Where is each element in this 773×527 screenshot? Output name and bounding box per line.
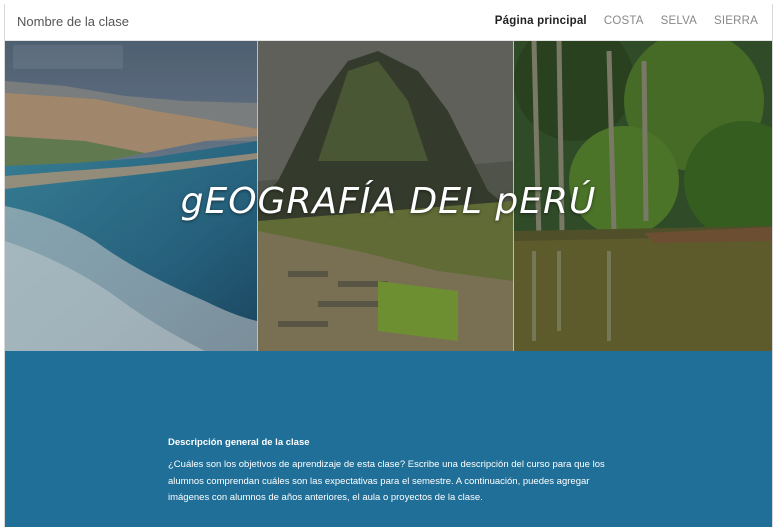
site-title[interactable]: Nombre de la clase — [17, 14, 129, 29]
main-nav: Página principal COSTA SELVA SIERRA — [495, 15, 758, 27]
site-header: Nombre de la clase Página principal COST… — [5, 4, 772, 41]
nav-home[interactable]: Página principal — [495, 15, 587, 27]
class-description-section: Descripción general de la clase ¿Cuáles … — [5, 351, 772, 527]
nav-costa[interactable]: COSTA — [604, 15, 644, 27]
site-page: Nombre de la clase Página principal COST… — [4, 4, 773, 527]
nav-selva[interactable]: SELVA — [661, 15, 697, 27]
hero-title: gEOGRAFÍA DEL pERÚ — [180, 181, 597, 222]
description-title: Descripción general de la clase — [168, 437, 310, 448]
description-body: ¿Cuáles son los objetivos de aprendizaje… — [168, 459, 605, 503]
edit-banner-ghost — [13, 45, 123, 69]
hero-banner: gEOGRAFÍA DEL pERÚ — [5, 41, 772, 351]
nav-sierra[interactable]: SIERRA — [714, 15, 758, 27]
